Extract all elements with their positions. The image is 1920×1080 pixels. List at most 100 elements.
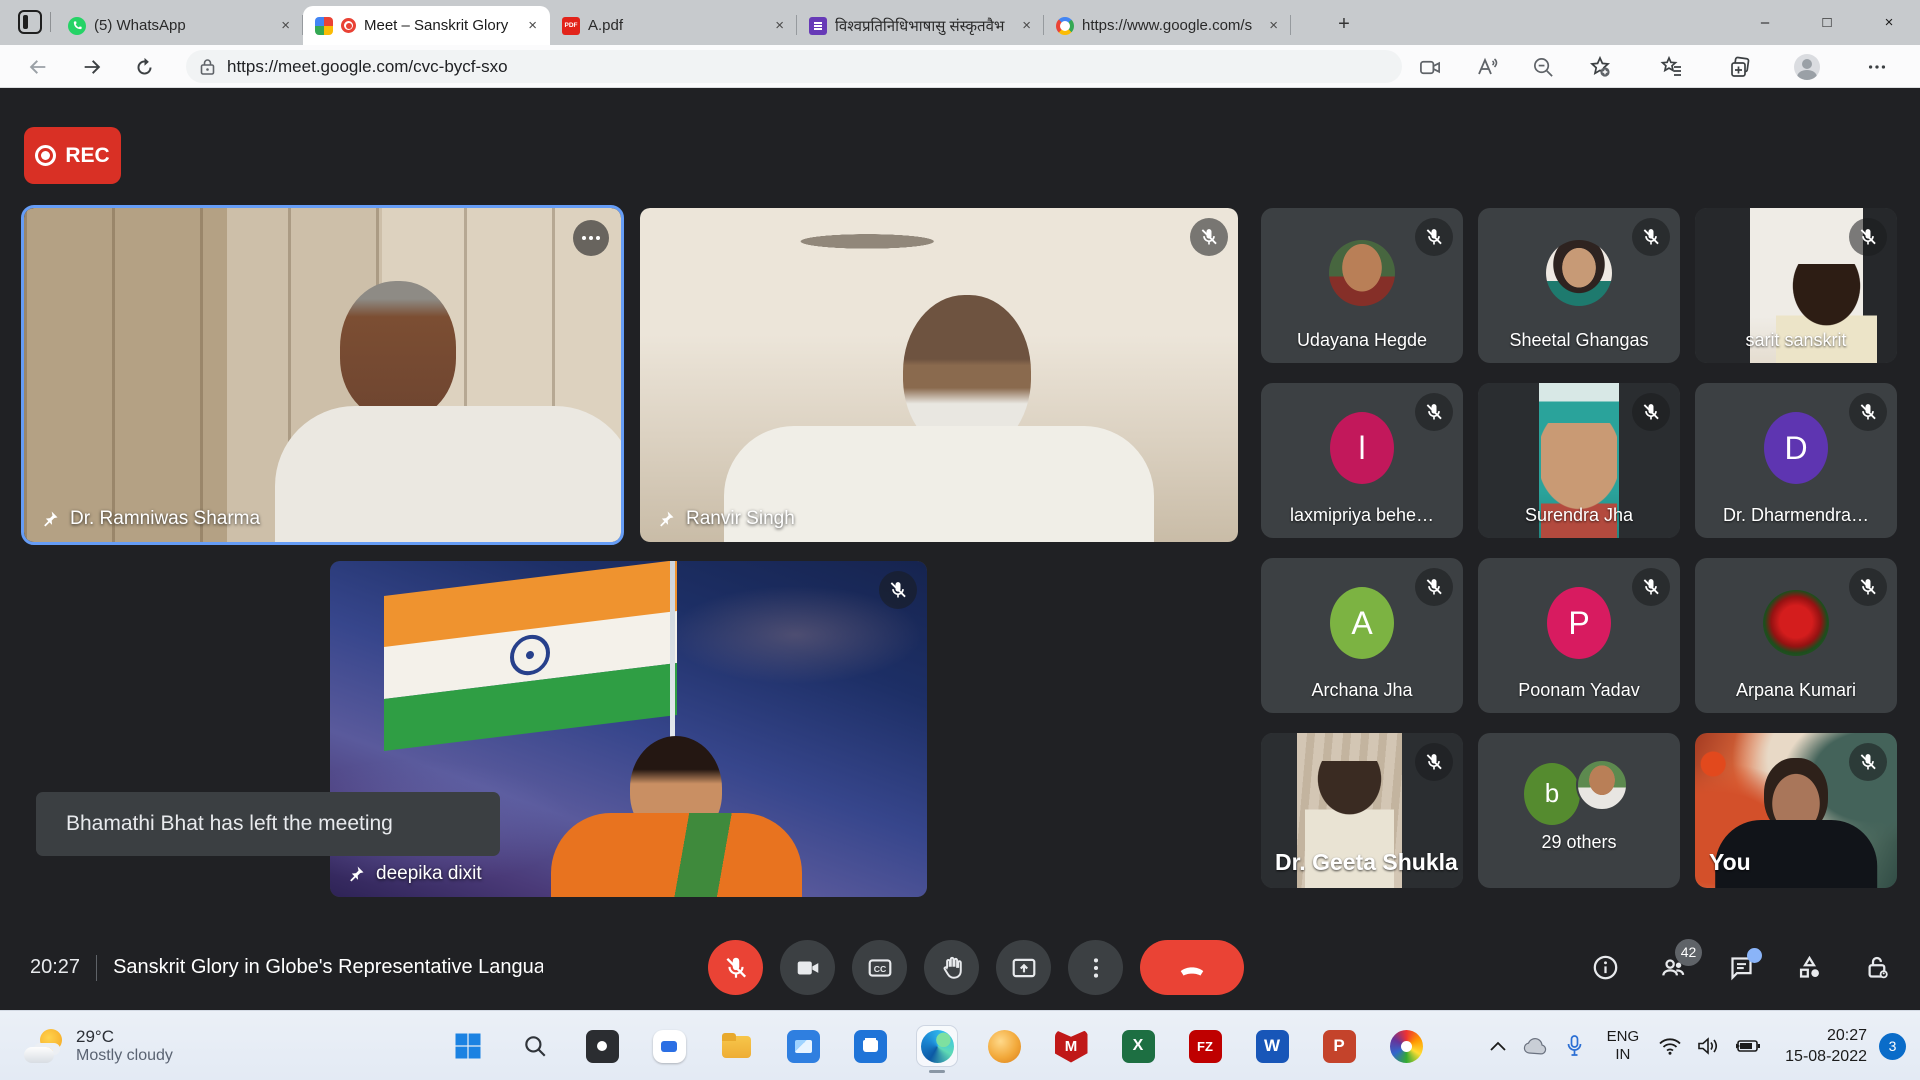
weather-temp: 29°C [76,1027,173,1047]
participant-name: deepika dixit [376,863,482,885]
tab-close-icon[interactable]: × [772,17,787,34]
participant-tile-udayana-hegde[interactable]: Udayana Hegde [1261,208,1463,363]
tab-camera-indicator-icon[interactable] [1417,54,1443,80]
volume-icon[interactable] [1689,1037,1727,1055]
participant-tile-laxmipriya-behe[interactable]: llaxmipriya behe… [1261,383,1463,538]
tab-workspaces-icon[interactable] [18,10,42,34]
participant-tile-archana-jha[interactable]: AArchana Jha [1261,558,1463,713]
filezilla-glyph: FZ [1189,1030,1222,1063]
activities-icon[interactable] [1794,953,1824,983]
maximize-button[interactable]: □ [1796,0,1858,45]
profile-avatar[interactable] [1794,54,1820,80]
taskbar-photos-app-icon[interactable] [783,1026,823,1066]
participant-tile-sheetal-ghangas[interactable]: Sheetal Ghangas [1478,208,1680,363]
participant-name: sarit sanskrit [1695,330,1897,351]
more-options-button[interactable] [1068,940,1123,995]
address-bar[interactable]: https://meet.google.com/cvc-bycf-sxo [186,50,1402,83]
word-glyph: W [1256,1030,1289,1063]
video-tile-ramniwas[interactable]: Dr. Ramniwas Sharma [24,208,621,542]
taskbar-orange-app-icon[interactable] [984,1026,1024,1066]
taskbar-filezilla-icon[interactable]: FZ [1185,1026,1225,1066]
taskbar-recorder-app-icon[interactable] [582,1026,622,1066]
battery-icon[interactable] [1727,1038,1769,1054]
new-tab-button[interactable]: + [1330,10,1358,38]
microphone-tray-icon[interactable] [1555,1035,1595,1057]
url-text: https://meet.google.com/cvc-bycf-sxo [227,57,508,77]
mic-off-icon [1415,743,1453,781]
tab-https-www-google-com-s[interactable]: https://www.google.com/s× [1044,6,1291,45]
end-call-button[interactable] [1140,940,1244,995]
participant-tile-poonam-yadav[interactable]: PPoonam Yadav [1478,558,1680,713]
taskbar-excel-icon[interactable]: X [1118,1026,1158,1066]
forward-button[interactable] [78,53,106,81]
taskbar-edge-icon[interactable] [917,1026,957,1066]
language-indicator[interactable]: ENG IN [1607,1028,1640,1064]
mic-off-icon [879,571,917,609]
taskbar-clock[interactable]: 20:27 15-08-2022 [1785,1025,1867,1067]
tray-chevron-icon[interactable] [1481,1041,1515,1051]
edge-glyph [921,1030,954,1063]
read-aloud-icon[interactable] [1474,54,1500,80]
camera-button[interactable] [780,940,835,995]
collections-icon[interactable] [1727,54,1753,80]
taskbar-file-explorer-icon[interactable] [716,1026,756,1066]
lock-icon [200,58,215,75]
chat-icon[interactable] [1726,953,1756,983]
meeting-details-icon[interactable] [1590,953,1620,983]
browser-toolbar: https://meet.google.com/cvc-bycf-sxo [0,45,1920,88]
notification-toast: Bhamathi Bhat has left the meeting [36,792,500,856]
minimize-button[interactable]: – [1734,0,1796,45]
photo-avatar [1763,590,1829,656]
taskbar-store-icon[interactable] [850,1026,890,1066]
participant-tile-dr-geeta-shukla[interactable]: Dr. Geeta Shukla [1261,733,1463,888]
taskbar-word-icon[interactable]: W [1252,1026,1292,1066]
participant-tile-arpana-kumari[interactable]: Arpana Kumari [1695,558,1897,713]
captions-button[interactable]: CC [852,940,907,995]
tab-close-icon[interactable]: × [1019,17,1034,34]
participant-tile-surendra-jha[interactable]: Surendra Jha [1478,383,1680,538]
meeting-time: 20:27 [30,956,80,979]
tab-5-whatsapp[interactable]: (5) WhatsApp× [56,6,303,45]
raise-hand-button[interactable] [924,940,979,995]
svg-text:CC: CC [873,963,886,973]
taskbar-start-icon[interactable] [448,1026,488,1066]
participant-tile-dr-dharmendra[interactable]: DDr. Dharmendra… [1695,383,1897,538]
tab-a-pdf[interactable]: PDFA.pdf× [550,6,797,45]
host-controls-icon[interactable] [1862,953,1892,983]
refresh-button[interactable] [130,53,158,81]
photos-app-glyph [787,1030,820,1063]
zoom-out-icon[interactable] [1530,54,1556,80]
tile-options-icon[interactable] [573,220,609,256]
pin-icon [346,864,366,884]
wifi-icon[interactable] [1651,1038,1689,1055]
tab-close-icon[interactable]: × [525,17,540,34]
taskbar-search-icon[interactable] [515,1026,555,1066]
taskbar-powerpoint-icon[interactable]: P [1319,1026,1359,1066]
participant-tile-you[interactable]: You [1695,733,1897,888]
notification-count-badge[interactable]: 3 [1879,1033,1906,1060]
onedrive-icon[interactable] [1515,1037,1555,1055]
color-wheel-app-glyph [1390,1030,1423,1063]
participant-tile-29-others[interactable]: b29 others [1478,733,1680,888]
add-favorite-icon[interactable] [1587,54,1613,80]
whatsapp-icon [68,17,86,35]
favorites-icon[interactable] [1659,54,1685,80]
video-tile-ranvir[interactable]: Ranvir Singh [640,208,1238,542]
taskbar-chat-icon[interactable] [649,1026,689,1066]
participants-icon[interactable]: 42 [1658,953,1688,983]
tab-close-icon[interactable]: × [278,17,293,34]
present-screen-button[interactable] [996,940,1051,995]
tab-item[interactable]: विश्वप्रतिनिधिभाषासु संस्कृतवैभ× [797,6,1044,45]
file-explorer-glyph [720,1030,753,1063]
tab-close-icon[interactable]: × [1266,17,1281,34]
taskbar-mcafee-icon[interactable]: M [1051,1026,1091,1066]
tab-meet-sanskrit-glory[interactable]: Meet – Sanskrit Glory× [303,6,550,45]
participant-tile-sarit-sanskrit[interactable]: sarit sanskrit [1695,208,1897,363]
settings-menu-icon[interactable] [1864,54,1890,80]
taskbar-color-wheel-app-icon[interactable] [1386,1026,1426,1066]
weather-widget[interactable]: 29°C Mostly cloudy [14,1011,183,1080]
back-button[interactable] [24,53,52,81]
powerpoint-glyph: P [1323,1030,1356,1063]
close-button[interactable]: × [1858,0,1920,45]
mic-mute-button[interactable] [708,940,763,995]
